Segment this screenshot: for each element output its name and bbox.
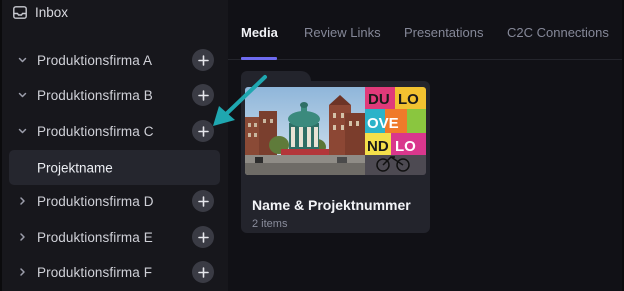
plus-icon: [197, 231, 209, 243]
chevron-right-icon[interactable]: [18, 197, 27, 206]
sidebar-folder-label: Produktionsfirma F: [37, 264, 153, 280]
sidebar-folder-label: Produktionsfirma C: [37, 123, 154, 139]
add-project-button[interactable]: [192, 261, 214, 283]
active-tab-indicator: [241, 57, 277, 60]
add-project-button[interactable]: [192, 190, 214, 212]
plus-icon: [197, 266, 209, 278]
sidebar-item-inbox[interactable]: Inbox: [13, 2, 68, 22]
sidebar-folder-label: Produktionsfirma D: [37, 193, 154, 209]
sidebar-folder-e[interactable]: Produktionsfirma E: [2, 222, 228, 252]
annotation-arrow-icon: [213, 75, 267, 126]
add-project-button[interactable]: [192, 49, 214, 71]
folder-card-item-count: 2 items: [252, 218, 288, 230]
sidebar-folder-a[interactable]: Produktionsfirma A: [2, 45, 228, 75]
inbox-label: Inbox: [35, 4, 69, 20]
sidebar-folder-b[interactable]: Produktionsfirma B: [2, 80, 228, 110]
sidebar: Inbox Produktionsfirma A Produktionsfirm…: [2, 0, 228, 291]
add-project-button[interactable]: [192, 226, 214, 248]
project-label: Projektname: [37, 160, 113, 175]
sidebar-folder-d[interactable]: Produktionsfirma D: [2, 186, 228, 216]
sidebar-folder-label: Produktionsfirma A: [37, 52, 153, 68]
svg-text:DU: DU: [368, 91, 390, 108]
svg-text:ND: ND: [367, 138, 389, 155]
svg-text:LO: LO: [398, 91, 419, 108]
sidebar-folder-label: Produktionsfirma E: [37, 229, 153, 245]
tab-c2c-connections[interactable]: C2C Connections: [507, 25, 609, 40]
tab-bar: Media Review Links Presentations C2C Con…: [228, 0, 622, 60]
chevron-down-icon[interactable]: [18, 127, 27, 136]
chevron-down-icon[interactable]: [18, 91, 27, 100]
thumbnail-mural-image: DU LO OVE ND LO: [365, 87, 426, 175]
tab-media[interactable]: Media: [241, 25, 278, 40]
svg-text:LO: LO: [395, 138, 416, 155]
tab-presentations[interactable]: Presentations: [404, 25, 484, 40]
chevron-right-icon[interactable]: [18, 233, 27, 242]
tab-review-links[interactable]: Review Links: [304, 25, 381, 40]
sidebar-project-selected[interactable]: Projektname: [9, 150, 220, 185]
sidebar-folder-f[interactable]: Produktionsfirma F: [2, 257, 228, 287]
plus-icon: [197, 54, 209, 66]
sidebar-folder-label: Produktionsfirma B: [37, 87, 153, 103]
svg-text:OVE: OVE: [367, 115, 399, 132]
inbox-icon: [13, 5, 27, 19]
folder-card-title: Name & Projektnummer: [252, 197, 411, 213]
chevron-right-icon[interactable]: [18, 268, 27, 277]
plus-icon: [197, 195, 209, 207]
app-window: Inbox Produktionsfirma A Produktionsfirm…: [2, 0, 622, 291]
chevron-down-icon[interactable]: [18, 56, 27, 65]
sidebar-folder-c[interactable]: Produktionsfirma C: [2, 116, 228, 146]
